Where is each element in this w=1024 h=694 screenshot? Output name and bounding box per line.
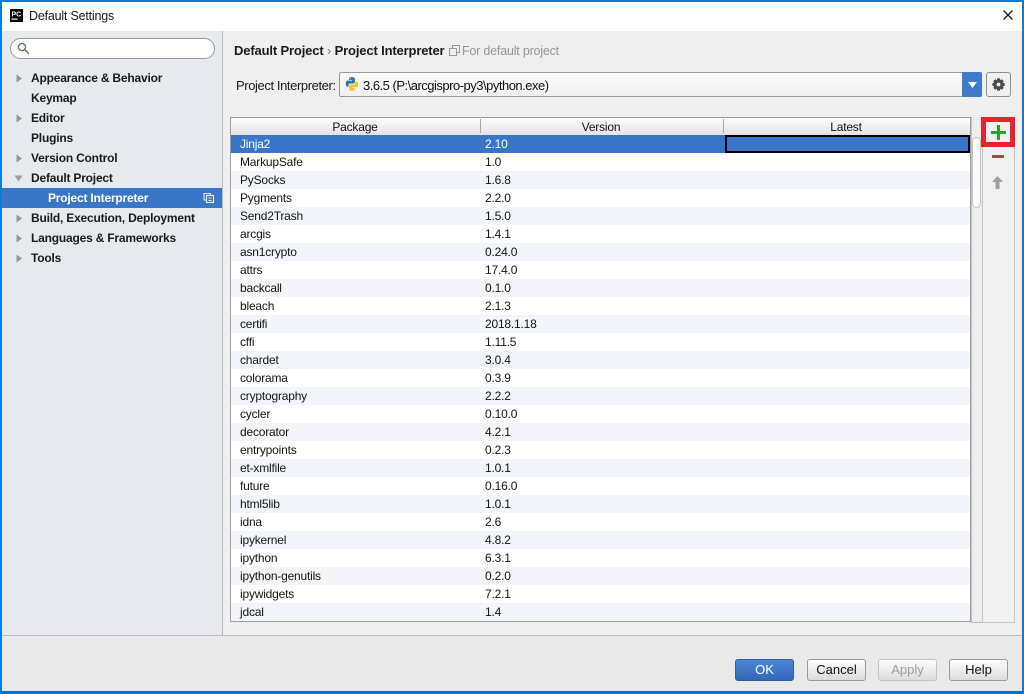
svg-text:PC: PC [12,12,22,19]
